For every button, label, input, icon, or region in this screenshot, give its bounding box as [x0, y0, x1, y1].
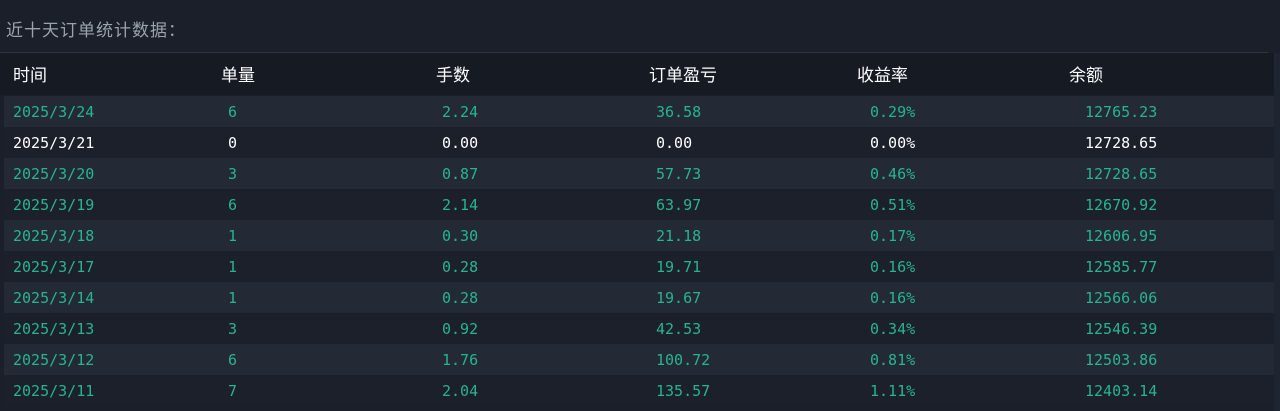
order-count-cell: 7: [228, 382, 238, 400]
balance-cell: 12765.23: [1085, 103, 1158, 121]
date-cell: 2025/3/24: [13, 103, 95, 121]
pnl-cell: 19.67: [656, 289, 702, 307]
return-rate-cell: 0.16%: [870, 258, 916, 276]
table-row: 2025/3/24 6 2.24 36.58 0.29% 12765.23: [4, 96, 1274, 127]
pnl-cell: 36.58: [656, 103, 702, 121]
return-rate-cell: 0.29%: [870, 103, 916, 121]
lots-cell: 0.30: [442, 227, 479, 245]
balance-cell: 12728.65: [1085, 134, 1158, 152]
lots-cell: 2.14: [442, 196, 479, 214]
table-row: 2025/3/14 1 0.28 19.67 0.16% 12566.06: [4, 282, 1274, 313]
pnl-cell: 21.18: [656, 227, 702, 245]
balance-cell: 12670.92: [1085, 196, 1158, 214]
pnl-cell: 100.72: [656, 351, 711, 369]
order-stats-panel: 近十天订单统计数据： 时间 单量 手数 订单盈亏 收益率 余额 2025/3/2…: [0, 0, 1280, 411]
table-row: 2025/3/13 3 0.92 42.53 0.34% 12546.39: [4, 313, 1274, 344]
table-row: 2025/3/17 1 0.28 19.71 0.16% 12585.77: [4, 251, 1274, 282]
header-balance: 余额: [1069, 66, 1103, 86]
order-count-cell: 6: [228, 103, 238, 121]
balance-cell: 12503.86: [1085, 351, 1158, 369]
date-cell: 2025/3/17: [13, 258, 95, 276]
return-rate-cell: 0.34%: [870, 320, 916, 338]
date-cell: 2025/3/21: [13, 134, 95, 152]
date-cell: 2025/3/18: [13, 227, 95, 245]
lots-cell: 2.04: [442, 382, 479, 400]
date-cell: 2025/3/19: [13, 196, 95, 214]
order-count-cell: 6: [228, 196, 238, 214]
balance-cell: 12566.06: [1085, 289, 1158, 307]
balance-cell: 12585.77: [1085, 258, 1158, 276]
return-rate-cell: 0.16%: [870, 289, 916, 307]
panel-title: 近十天订单统计数据：: [6, 21, 186, 41]
balance-cell: 12728.65: [1085, 165, 1158, 183]
lots-cell: 0.00: [442, 134, 479, 152]
pnl-cell: 42.53: [656, 320, 702, 338]
lots-cell: 0.28: [442, 289, 479, 307]
pnl-cell: 63.97: [656, 196, 702, 214]
lots-cell: 0.28: [442, 258, 479, 276]
return-rate-cell: 0.00%: [870, 134, 916, 152]
date-cell: 2025/3/13: [13, 320, 95, 338]
table-row: 2025/3/12 6 1.76 100.72 0.81% 12503.86: [4, 344, 1274, 375]
return-rate-cell: 0.51%: [870, 196, 916, 214]
date-cell: 2025/3/12: [13, 351, 95, 369]
return-rate-cell: 0.46%: [870, 165, 916, 183]
table-row: 2025/3/19 6 2.14 63.97 0.51% 12670.92: [4, 189, 1274, 220]
table-header: 时间 单量 手数 订单盈亏 收益率 余额: [0, 53, 1274, 95]
pnl-cell: 19.71: [656, 258, 702, 276]
return-rate-cell: 0.17%: [870, 227, 916, 245]
order-count-cell: 1: [228, 289, 238, 307]
table-row: 2025/3/11 7 2.04 135.57 1.11% 12403.14: [4, 375, 1274, 406]
return-rate-cell: 1.11%: [870, 382, 916, 400]
lots-cell: 1.76: [442, 351, 479, 369]
header-date: 时间: [13, 66, 47, 86]
header-return-rate: 收益率: [857, 66, 908, 86]
table-body: 2025/3/24 6 2.24 36.58 0.29% 12765.23 2025/3/2…: [4, 96, 1274, 406]
header-order-pnl: 订单盈亏: [649, 66, 717, 86]
scrollbar[interactable]: [1274, 53, 1280, 411]
header-order-count: 单量: [221, 66, 255, 86]
pnl-cell: 0.00: [656, 134, 693, 152]
pnl-cell: 57.73: [656, 165, 702, 183]
lots-cell: 0.92: [442, 320, 479, 338]
order-count-cell: 3: [228, 320, 238, 338]
balance-cell: 12403.14: [1085, 382, 1158, 400]
lots-cell: 0.87: [442, 165, 479, 183]
date-cell: 2025/3/11: [13, 382, 95, 400]
order-count-cell: 1: [228, 258, 238, 276]
order-count-cell: 3: [228, 165, 238, 183]
order-count-cell: 0: [228, 134, 238, 152]
lots-cell: 2.24: [442, 103, 479, 121]
date-cell: 2025/3/20: [13, 165, 95, 183]
table-row: 2025/3/20 3 0.87 57.73 0.46% 12728.65: [4, 158, 1274, 189]
header-lots: 手数: [436, 66, 470, 86]
table-row: 2025/3/18 1 0.30 21.18 0.17% 12606.95: [4, 220, 1274, 251]
balance-cell: 12546.39: [1085, 320, 1158, 338]
order-count-cell: 6: [228, 351, 238, 369]
table-row: 2025/3/21 0 0.00 0.00 0.00% 12728.65: [4, 127, 1274, 158]
order-count-cell: 1: [228, 227, 238, 245]
return-rate-cell: 0.81%: [870, 351, 916, 369]
date-cell: 2025/3/14: [13, 289, 95, 307]
balance-cell: 12606.95: [1085, 227, 1158, 245]
pnl-cell: 135.57: [656, 382, 711, 400]
